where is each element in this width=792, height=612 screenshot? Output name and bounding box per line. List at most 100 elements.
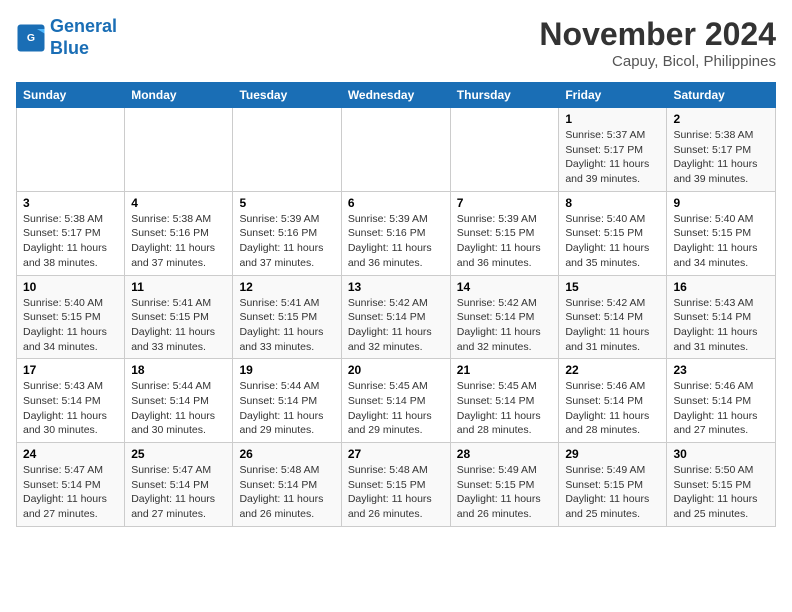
col-saturday: Saturday [667,83,776,108]
day-number: 29 [565,447,660,461]
calendar-cell: 16 Sunrise: 5:43 AMSunset: 5:14 PMDayligh… [667,275,776,359]
day-number: 8 [565,196,660,210]
day-info: Sunrise: 5:39 AMSunset: 5:16 PMDaylight:… [239,212,334,271]
day-number: 17 [23,363,118,377]
day-number: 23 [673,363,769,377]
day-number: 22 [565,363,660,377]
month-title: November 2024 [539,16,776,53]
logo: G General Blue [16,16,117,59]
day-info: Sunrise: 5:49 AMSunset: 5:15 PMDaylight:… [565,463,660,522]
day-number: 16 [673,280,769,294]
calendar-week-3: 17 Sunrise: 5:43 AMSunset: 5:14 PMDayligh… [17,359,776,443]
day-info: Sunrise: 5:46 AMSunset: 5:14 PMDaylight:… [565,379,660,438]
col-thursday: Thursday [450,83,559,108]
calendar-week-0: 1 Sunrise: 5:37 AMSunset: 5:17 PMDaylight… [17,108,776,192]
logo-line1: General [50,16,117,36]
day-info: Sunrise: 5:42 AMSunset: 5:14 PMDaylight:… [457,296,553,355]
calendar-cell: 28 Sunrise: 5:49 AMSunset: 5:15 PMDayligh… [450,443,559,527]
svg-text:G: G [27,32,35,44]
day-number: 19 [239,363,334,377]
calendar-body: 1 Sunrise: 5:37 AMSunset: 5:17 PMDaylight… [17,108,776,527]
title-block: November 2024 Capuy, Bicol, Philippines [539,16,776,70]
col-tuesday: Tuesday [233,83,341,108]
day-info: Sunrise: 5:43 AMSunset: 5:14 PMDaylight:… [23,379,118,438]
day-number: 12 [239,280,334,294]
day-number: 2 [673,112,769,126]
day-info: Sunrise: 5:42 AMSunset: 5:14 PMDaylight:… [348,296,444,355]
logo-text: General Blue [50,16,117,59]
calendar-cell [450,108,559,192]
day-number: 18 [131,363,226,377]
day-info: Sunrise: 5:39 AMSunset: 5:16 PMDaylight:… [348,212,444,271]
logo-icon: G [16,23,46,53]
day-info: Sunrise: 5:39 AMSunset: 5:15 PMDaylight:… [457,212,553,271]
col-friday: Friday [559,83,667,108]
logo-line2: Blue [50,38,89,58]
day-info: Sunrise: 5:44 AMSunset: 5:14 PMDaylight:… [131,379,226,438]
col-sunday: Sunday [17,83,125,108]
calendar-cell: 4Sunrise: 5:38 AMSunset: 5:16 PMDaylight… [125,191,233,275]
day-number: 27 [348,447,444,461]
calendar-cell: 17 Sunrise: 5:43 AMSunset: 5:14 PMDayligh… [17,359,125,443]
calendar-cell: 29 Sunrise: 5:49 AMSunset: 5:15 PMDayligh… [559,443,667,527]
day-number: 1 [565,112,660,126]
calendar-cell: 8 Sunrise: 5:40 AMSunset: 5:15 PMDaylight… [559,191,667,275]
day-number: 14 [457,280,553,294]
day-number: 28 [457,447,553,461]
day-info: Sunrise: 5:41 AMSunset: 5:15 PMDaylight:… [131,296,226,355]
day-info: Sunrise: 5:45 AMSunset: 5:14 PMDaylight:… [457,379,553,438]
location: Capuy, Bicol, Philippines [539,53,776,70]
day-number: 20 [348,363,444,377]
header-row: Sunday Monday Tuesday Wednesday Thursday… [17,83,776,108]
day-info: Sunrise: 5:37 AMSunset: 5:17 PMDaylight:… [565,128,660,187]
day-info: Sunrise: 5:40 AMSunset: 5:15 PMDaylight:… [565,212,660,271]
calendar-cell: 7Sunrise: 5:39 AMSunset: 5:15 PMDaylight… [450,191,559,275]
calendar-week-1: 3 Sunrise: 5:38 AMSunset: 5:17 PMDaylight… [17,191,776,275]
day-info: Sunrise: 5:47 AMSunset: 5:14 PMDaylight:… [131,463,226,522]
day-number: 13 [348,280,444,294]
day-number: 9 [673,196,769,210]
calendar-table: Sunday Monday Tuesday Wednesday Thursday… [16,82,776,527]
col-wednesday: Wednesday [341,83,450,108]
calendar-cell: 19Sunrise: 5:44 AMSunset: 5:14 PMDayligh… [233,359,341,443]
day-number: 5 [239,196,334,210]
calendar-cell: 23 Sunrise: 5:46 AMSunset: 5:14 PMDayligh… [667,359,776,443]
calendar-cell: 14 Sunrise: 5:42 AMSunset: 5:14 PMDayligh… [450,275,559,359]
day-info: Sunrise: 5:48 AMSunset: 5:14 PMDaylight:… [239,463,334,522]
calendar-cell: 30Sunrise: 5:50 AMSunset: 5:15 PMDayligh… [667,443,776,527]
day-info: Sunrise: 5:49 AMSunset: 5:15 PMDaylight:… [457,463,553,522]
calendar-cell: 22 Sunrise: 5:46 AMSunset: 5:14 PMDayligh… [559,359,667,443]
calendar-cell: 20Sunrise: 5:45 AMSunset: 5:14 PMDayligh… [341,359,450,443]
day-info: Sunrise: 5:43 AMSunset: 5:14 PMDaylight:… [673,296,769,355]
col-monday: Monday [125,83,233,108]
day-number: 24 [23,447,118,461]
calendar-cell: 6Sunrise: 5:39 AMSunset: 5:16 PMDaylight… [341,191,450,275]
day-info: Sunrise: 5:41 AMSunset: 5:15 PMDaylight:… [239,296,334,355]
calendar-week-2: 10 Sunrise: 5:40 AMSunset: 5:15 PMDayligh… [17,275,776,359]
page-header: G General Blue November 2024 Capuy, Bico… [16,16,776,70]
day-info: Sunrise: 5:46 AMSunset: 5:14 PMDaylight:… [673,379,769,438]
day-info: Sunrise: 5:47 AMSunset: 5:14 PMDaylight:… [23,463,118,522]
calendar-cell: 3 Sunrise: 5:38 AMSunset: 5:17 PMDaylight… [17,191,125,275]
calendar-cell: 26Sunrise: 5:48 AMSunset: 5:14 PMDayligh… [233,443,341,527]
day-info: Sunrise: 5:40 AMSunset: 5:15 PMDaylight:… [23,296,118,355]
calendar-cell [125,108,233,192]
calendar-cell: 10 Sunrise: 5:40 AMSunset: 5:15 PMDayligh… [17,275,125,359]
day-info: Sunrise: 5:38 AMSunset: 5:17 PMDaylight:… [23,212,118,271]
calendar-cell: 9 Sunrise: 5:40 AMSunset: 5:15 PMDaylight… [667,191,776,275]
calendar-cell: 12 Sunrise: 5:41 AMSunset: 5:15 PMDayligh… [233,275,341,359]
calendar-cell [341,108,450,192]
day-number: 3 [23,196,118,210]
day-info: Sunrise: 5:50 AMSunset: 5:15 PMDaylight:… [673,463,769,522]
day-info: Sunrise: 5:42 AMSunset: 5:14 PMDaylight:… [565,296,660,355]
calendar-cell: 27 Sunrise: 5:48 AMSunset: 5:15 PMDayligh… [341,443,450,527]
calendar-cell: 18 Sunrise: 5:44 AMSunset: 5:14 PMDayligh… [125,359,233,443]
calendar-cell: 15Sunrise: 5:42 AMSunset: 5:14 PMDayligh… [559,275,667,359]
day-number: 25 [131,447,226,461]
day-info: Sunrise: 5:48 AMSunset: 5:15 PMDaylight:… [348,463,444,522]
calendar-cell [17,108,125,192]
calendar-cell: 25 Sunrise: 5:47 AMSunset: 5:14 PMDayligh… [125,443,233,527]
day-number: 10 [23,280,118,294]
day-info: Sunrise: 5:40 AMSunset: 5:15 PMDaylight:… [673,212,769,271]
calendar-cell [233,108,341,192]
